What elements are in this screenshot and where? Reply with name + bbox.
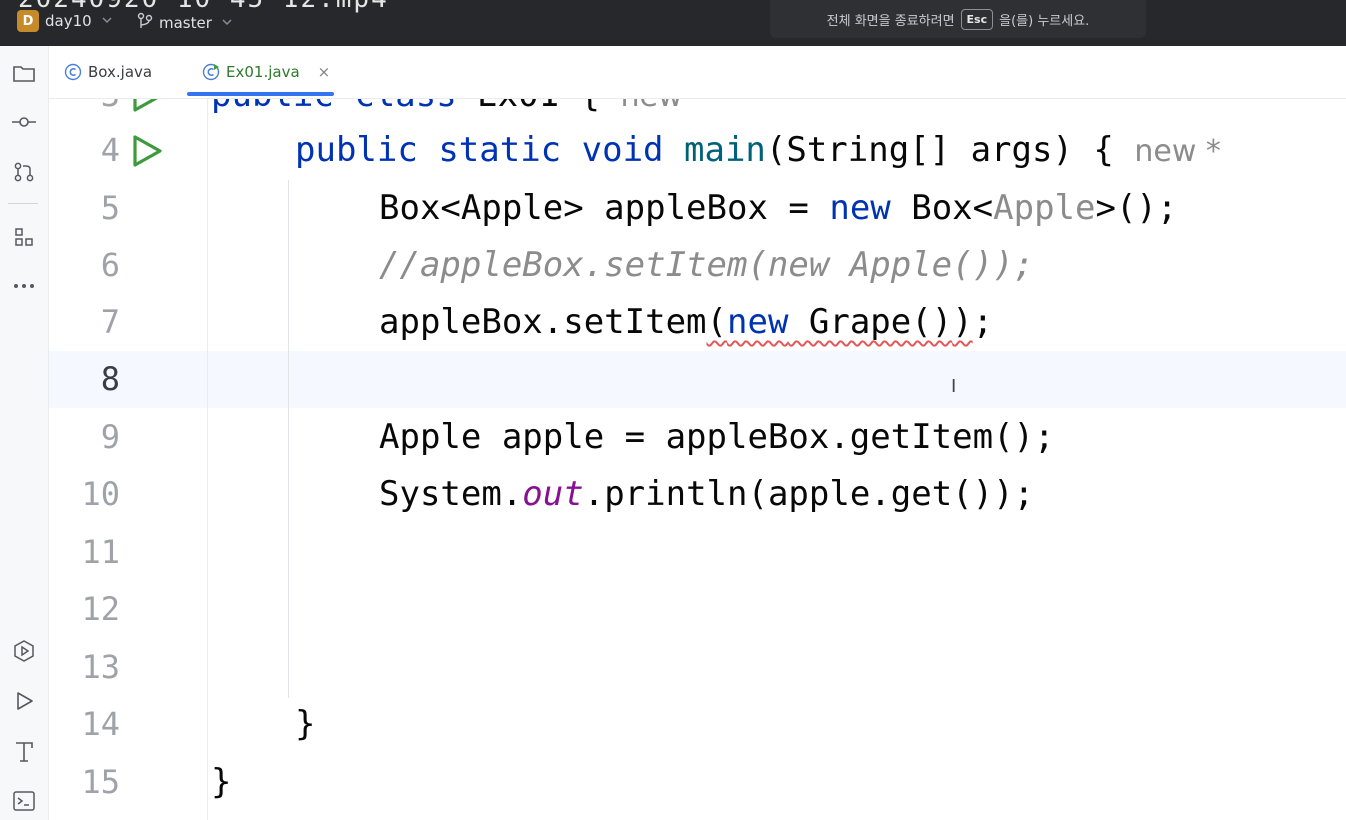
line-number: 4: [100, 131, 120, 169]
code-line-5: 5 Box<Apple> appleBox = new Box<Apple>()…: [49, 180, 1346, 237]
run-icon[interactable]: [11, 688, 37, 714]
line-number: 3: [49, 99, 120, 124]
code-text: public static void main(String[] args) {…: [295, 130, 1221, 170]
code-line-4: 4 public static void main(String[] args)…: [49, 122, 1346, 179]
code-line-6: 6 //appleBox.setItem(new Apple());: [49, 237, 1346, 294]
error-highlight[interactable]: (new Grape()): [707, 302, 973, 342]
code-line-13: 13: [49, 639, 1346, 696]
code-comment: //appleBox.setItem(new Apple());: [379, 245, 1035, 285]
run-main-icon[interactable]: [129, 133, 165, 169]
line-number: 10: [81, 475, 120, 513]
code-line-11: 11: [49, 524, 1346, 581]
java-class-icon: [64, 63, 82, 81]
chevron-down-icon: [222, 18, 232, 29]
line-number-active: 8: [100, 360, 120, 398]
code-editor[interactable]: 3 public class Ex01 { new 4 public stati…: [49, 99, 1346, 820]
fullscreen-notice: 전체 화면을 종료하려면 Esc 을(를) 누르세요.: [770, 0, 1146, 38]
code-text: Apple apple = appleBox.getItem();: [379, 417, 1055, 457]
esc-key-badge: Esc: [960, 8, 994, 30]
line-number: 14: [81, 705, 120, 743]
build-hammer-icon[interactable]: [11, 738, 37, 764]
line-number: 7: [100, 303, 120, 341]
project-badge: D: [17, 10, 39, 32]
tab-box-java[interactable]: Box.java: [64, 63, 152, 81]
chevron-down-icon: [102, 16, 112, 27]
tab-label: Box.java: [88, 63, 153, 81]
line-number: 13: [81, 648, 120, 686]
code-text: appleBox.setItem(new Grape());: [379, 302, 994, 342]
line-number: 5: [100, 189, 120, 227]
code-line-7: 7 appleBox.setItem(new Grape());: [49, 294, 1346, 351]
pull-request-icon[interactable]: [11, 159, 37, 185]
inlay-hint: new: [621, 99, 683, 114]
branch-name: master: [159, 14, 212, 32]
line-number: 15: [81, 763, 120, 801]
project-name: day10: [45, 12, 92, 30]
structure-icon[interactable]: [11, 224, 37, 250]
close-tab-icon[interactable]: ×: [318, 63, 331, 81]
line-number: 11: [81, 533, 120, 571]
line-number: 6: [100, 246, 120, 284]
terminal-icon[interactable]: [11, 788, 37, 814]
code-line-9: 9 Apple apple = appleBox.getItem();: [49, 409, 1346, 466]
services-icon[interactable]: [11, 638, 37, 664]
line-number: 12: [81, 590, 120, 628]
fullscreen-notice-text-after: 을(를) 누르세요.: [999, 13, 1090, 29]
code-line-15: 15 }: [49, 754, 1346, 811]
project-selector[interactable]: D day10: [17, 10, 112, 32]
branch-selector[interactable]: master: [137, 12, 232, 34]
java-runnable-class-icon: [202, 63, 220, 81]
inlay-hint: new *: [1134, 134, 1221, 169]
title-bar: 20240920 10 45 12.mp4 D day10 master 전체 …: [0, 0, 1346, 46]
fullscreen-notice-text: 전체 화면을 종료하려면: [826, 13, 955, 29]
code-text: Box<Apple> appleBox = new Box<Apple>();: [379, 188, 1178, 228]
line-number: 9: [100, 418, 120, 456]
code-text: }: [295, 704, 316, 744]
more-icon[interactable]: [11, 273, 37, 299]
strip-divider: [8, 203, 38, 204]
code-line-12: 12: [49, 581, 1346, 638]
commit-icon[interactable]: [11, 109, 37, 135]
code-line-14: 14 }: [49, 696, 1346, 753]
code-line-3: 3 public class Ex01 { new: [49, 99, 1346, 124]
active-tab-indicator: [187, 92, 334, 96]
code-text: }: [211, 762, 232, 802]
text-cursor-icon: I: [951, 376, 957, 397]
run-class-icon[interactable]: [129, 99, 165, 114]
editor-tabs: Box.java Ex01.java ×: [49, 46, 1346, 99]
git-branch-icon: [137, 12, 153, 34]
code-line-8: 8: [49, 351, 1346, 408]
code-line-10: 10 System.out.println(apple.get());: [49, 466, 1346, 523]
tab-ex01-java[interactable]: Ex01.java ×: [202, 63, 330, 81]
folder-icon[interactable]: [11, 60, 37, 86]
tool-window-strip: [0, 46, 49, 820]
code-text: System.out.println(apple.get());: [379, 474, 1035, 514]
tab-label: Ex01.java: [226, 63, 300, 81]
